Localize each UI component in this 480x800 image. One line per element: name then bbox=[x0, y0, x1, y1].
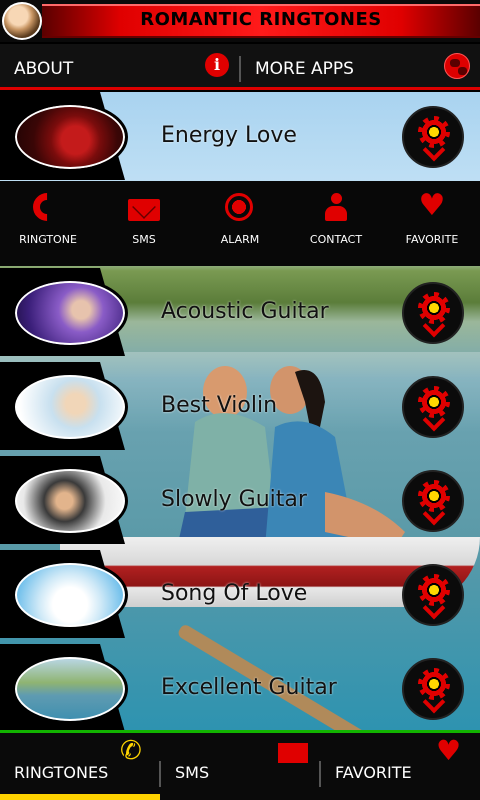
chevron-down-icon bbox=[422, 146, 444, 160]
heart-icon: ♥ bbox=[418, 188, 446, 223]
set-ringtone-button[interactable]: RINGTONE bbox=[0, 181, 96, 266]
boat-couple-thumbnail bbox=[12, 654, 128, 724]
cloud-couple-thumbnail bbox=[12, 560, 128, 630]
mail-icon bbox=[278, 743, 308, 763]
contact-icon bbox=[325, 193, 347, 223]
ringtone-options-button[interactable] bbox=[402, 658, 464, 720]
guitar-girl-thumbnail bbox=[12, 466, 128, 536]
action-label: ALARM bbox=[220, 233, 260, 246]
piano-thumbnail bbox=[12, 102, 128, 172]
globe-icon[interactable] bbox=[444, 53, 470, 79]
chevron-down-icon bbox=[422, 604, 444, 618]
ringtone-title: Best Violin bbox=[161, 393, 278, 418]
about-button[interactable]: ABOUT bbox=[0, 44, 239, 90]
ringtone-row[interactable]: Energy Love bbox=[0, 92, 480, 180]
ringtone-options-button[interactable] bbox=[402, 106, 464, 168]
action-label: CONTACT bbox=[309, 233, 363, 246]
ringtone-options-button[interactable] bbox=[402, 564, 464, 626]
active-tab-indicator bbox=[0, 794, 160, 800]
set-contact-button[interactable]: CONTACT bbox=[288, 181, 384, 266]
ringtone-title: Acoustic Guitar bbox=[161, 299, 329, 324]
ringtone-title: Excellent Guitar bbox=[161, 675, 337, 700]
ringtone-row[interactable]: Song Of Love bbox=[0, 550, 480, 638]
ringtone-title: Song Of Love bbox=[161, 581, 308, 606]
top-nav: ABOUT i MORE APPS bbox=[0, 44, 480, 90]
app-title: ROMANTIC RINGTONES bbox=[140, 9, 382, 30]
action-label: SMS bbox=[132, 233, 156, 246]
action-label: FAVORITE bbox=[405, 233, 459, 246]
ringtone-options-button[interactable] bbox=[402, 376, 464, 438]
chevron-down-icon bbox=[422, 510, 444, 524]
bottom-tab-bar: RINGTONES ✆ SMS FAVORITE ♥ bbox=[0, 730, 480, 800]
ringtone-row[interactable]: Acoustic Guitar bbox=[0, 268, 480, 356]
chevron-down-icon bbox=[422, 322, 444, 336]
ringtone-row[interactable]: Excellent Guitar bbox=[0, 644, 480, 732]
alarm-icon bbox=[225, 193, 253, 221]
ringtone-action-bar: RINGTONE SMS ALARM CONTACT ♥ FAVORITE bbox=[0, 181, 480, 266]
tab-label: RINGTONES bbox=[14, 763, 109, 782]
action-label: RINGTONE bbox=[19, 233, 77, 246]
ringtone-options-button[interactable] bbox=[402, 282, 464, 344]
ringtone-options-button[interactable] bbox=[402, 470, 464, 532]
app-logo bbox=[2, 2, 42, 40]
add-favorite-button[interactable]: ♥ FAVORITE bbox=[384, 181, 480, 266]
set-alarm-button[interactable]: ALARM bbox=[192, 181, 288, 266]
ringtone-title: Slowly Guitar bbox=[161, 487, 307, 512]
ringtone-row[interactable]: Slowly Guitar bbox=[0, 456, 480, 544]
chevron-down-icon bbox=[422, 698, 444, 712]
info-icon[interactable]: i bbox=[205, 53, 229, 77]
more-apps-label: MORE APPS bbox=[255, 59, 354, 79]
heart-icon: ♥ bbox=[436, 734, 462, 767]
phone-icon: ✆ bbox=[120, 736, 142, 766]
tab-label: SMS bbox=[175, 763, 210, 782]
tab-label: FAVORITE bbox=[335, 763, 412, 782]
set-sms-button[interactable]: SMS bbox=[96, 181, 192, 266]
violinist-thumbnail bbox=[12, 372, 128, 442]
ringtone-row[interactable]: Best Violin bbox=[0, 362, 480, 450]
ringtone-title: Energy Love bbox=[161, 123, 297, 148]
mail-icon bbox=[128, 199, 160, 221]
app-header: ROMANTIC RINGTONES bbox=[0, 0, 480, 42]
guitarist-thumbnail bbox=[12, 278, 128, 348]
phone-icon bbox=[27, 187, 67, 227]
chevron-down-icon bbox=[422, 416, 444, 430]
about-label: ABOUT bbox=[14, 59, 74, 79]
